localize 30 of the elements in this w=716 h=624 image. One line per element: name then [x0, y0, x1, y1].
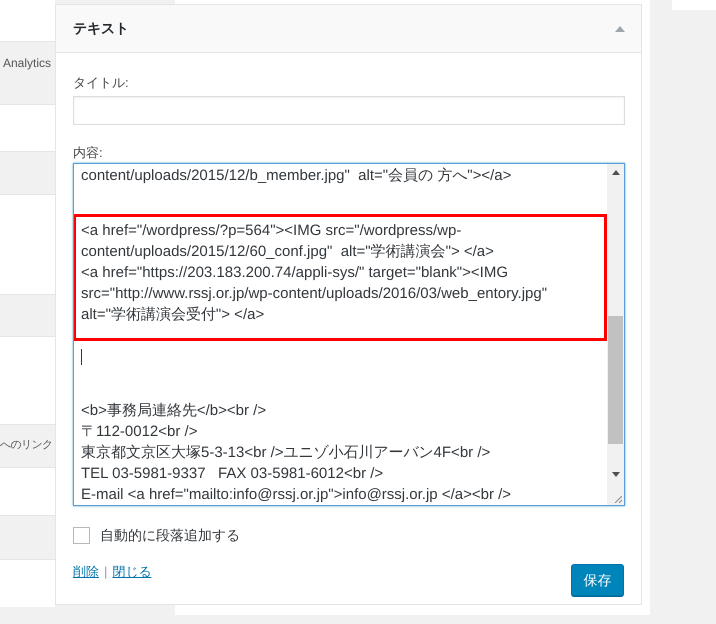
- field-label: タイトル:: [73, 74, 130, 92]
- title-input[interactable]: [73, 96, 625, 124]
- checkbox-label: 自動的に段落追加する: [100, 526, 240, 545]
- widget-header[interactable]: テキスト: [56, 5, 641, 53]
- code-line: content/uploads/2015/12/60_conf.jpg" alt="学術講演会"> </a>: [81, 242, 494, 262]
- widget-title: テキスト: [73, 19, 129, 38]
- code-line: 東京都文京区大塚5-3-13<br />ユニゾ小石川アーバン4F<br />: [81, 443, 490, 463]
- text-cursor: [81, 349, 82, 365]
- resize-grip-icon[interactable]: [614, 495, 622, 503]
- scrollbar-thumb[interactable]: [608, 316, 623, 444]
- code-line: TEL 03-5981-9337 FAX 03-5981-6012<br />: [81, 464, 384, 484]
- code-line: src="http://www.rssj.or.jp/wp-content/uploads/2016/03/web_entory.jpg": [81, 284, 548, 304]
- code-line: <a href="/wordpress/?p=564"><IMG src="/wordpress/wp-: [81, 221, 462, 241]
- delete-link[interactable]: 削除: [73, 562, 99, 582]
- code-line: <a href="https://203.183.200.74/appli-sys/" target="blank"><IMG: [81, 263, 508, 283]
- separator: |: [104, 563, 108, 581]
- collapse-arrow-icon[interactable]: [615, 26, 625, 32]
- scroll-up-icon[interactable]: [612, 170, 620, 175]
- scrollbar[interactable]: [607, 164, 624, 505]
- code-line: E-mail <a href="mailto:info@rssj.or.jp">info@rssj.or.jp </a><br />: [81, 485, 512, 505]
- code-line: <b>事務局連絡先</b><br />: [81, 401, 266, 421]
- code-line: alt="学術講演会受付"> </a>: [81, 305, 264, 325]
- close-link[interactable]: 閉じる: [112, 562, 152, 582]
- field-label: 内容:: [73, 144, 104, 162]
- scroll-down-icon[interactable]: [612, 472, 620, 477]
- content-textarea[interactable]: [73, 163, 625, 506]
- code-line: content/uploads/2015/12/b_member.jpg" alt="会員の 方へ"></a>: [81, 166, 512, 186]
- code-line: 〒112-0012<br />: [81, 422, 198, 442]
- save-button[interactable]: 保存: [571, 564, 624, 596]
- checkbox[interactable]: [73, 527, 90, 544]
